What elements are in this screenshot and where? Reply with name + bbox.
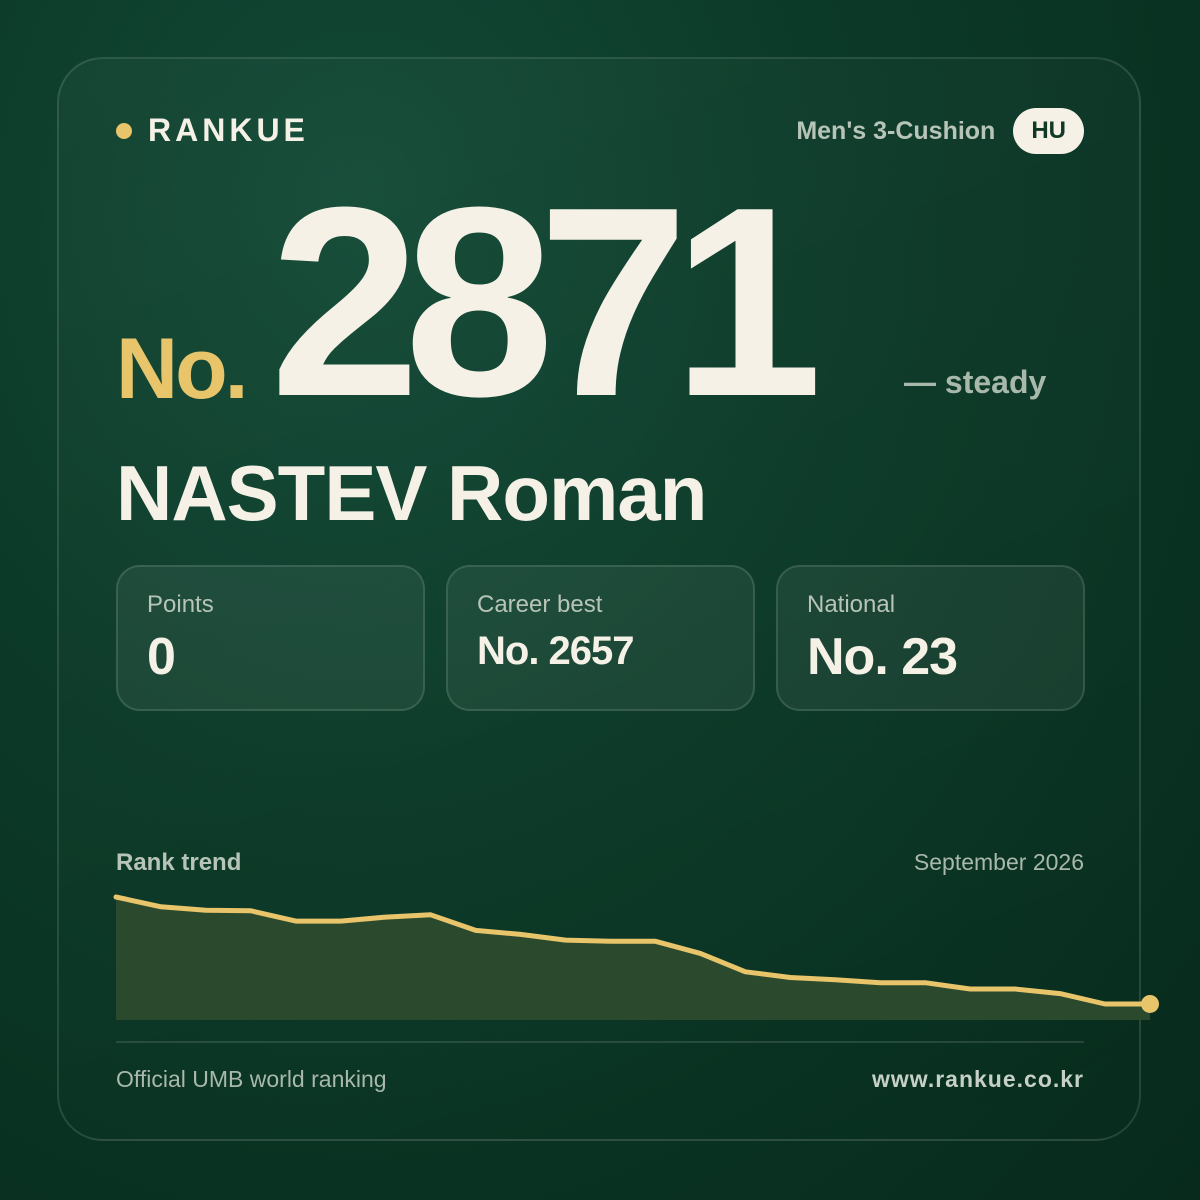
footer-url: www.rankue.co.kr	[872, 1066, 1084, 1092]
footer-source: Official UMB world ranking	[116, 1066, 387, 1092]
trend-end-dot	[1141, 994, 1159, 1013]
trend-chart	[113, 894, 1159, 1020]
footer-divider	[116, 1041, 1084, 1043]
